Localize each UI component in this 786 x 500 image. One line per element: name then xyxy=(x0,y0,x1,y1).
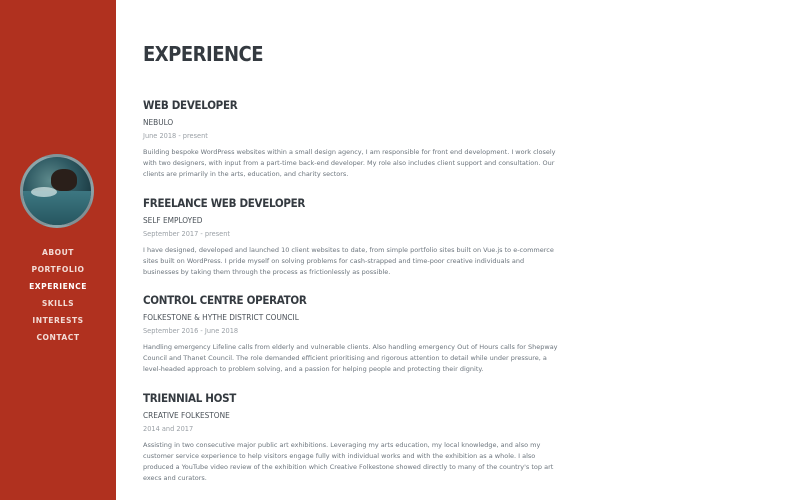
entry-dates: September 2016 - June 2018 xyxy=(143,327,239,335)
entry-description: I have designed, developed and launched … xyxy=(143,246,554,276)
avatar-splash xyxy=(31,187,57,197)
sidebar: ABOUT PORTFOLIO EXPERIENCE SKILLS INTERE… xyxy=(0,0,116,500)
entry-role: WEB DEVELOPER xyxy=(143,98,238,112)
entry-description: Building bespoke WordPress websites with… xyxy=(143,148,556,178)
nav-item-interests[interactable]: INTERESTS xyxy=(0,312,116,329)
entry-dates: June 2018 - present xyxy=(143,132,208,140)
avatar xyxy=(20,154,94,228)
nav-item-portfolio[interactable]: PORTFOLIO xyxy=(0,261,116,278)
entry-organization: SELF EMPLOYED xyxy=(143,215,203,225)
entry-dates: September 2017 - present xyxy=(143,230,230,238)
entry-role: FREELANCE WEB DEVELOPER xyxy=(143,196,306,210)
entry-role: TRIENNIAL HOST xyxy=(143,391,237,405)
entry-organization: CREATIVE FOLKESTONE xyxy=(143,410,230,420)
nav-item-skills[interactable]: SKILLS xyxy=(0,295,116,312)
avatar-water xyxy=(23,191,91,225)
entry-description: Handling emergency Lifeline calls from e… xyxy=(143,343,558,373)
entry-role: CONTROL CENTRE OPERATOR xyxy=(143,293,307,307)
nav-item-about[interactable]: ABOUT xyxy=(0,244,116,261)
entry-organization: FOLKESTONE & HYTHE DISTRICT COUNCIL xyxy=(143,312,299,322)
experience-entry: FREELANCE WEB DEVELOPER SELF EMPLOYED Se… xyxy=(143,196,558,278)
avatar-figure xyxy=(51,169,77,191)
experience-entry: TRIENNIAL HOST CREATIVE FOLKESTONE 2014 … xyxy=(143,391,558,484)
entry-organization: NEBULO xyxy=(143,117,174,127)
experience-entry: CONTROL CENTRE OPERATOR FOLKESTONE & HYT… xyxy=(143,293,558,375)
nav-item-contact[interactable]: CONTACT xyxy=(0,329,116,346)
experience-entry: WEB DEVELOPER NEBULO June 2018 - present… xyxy=(143,98,558,180)
entry-description: Assisting in two consecutive major publi… xyxy=(143,441,554,482)
page-title: EXPERIENCE xyxy=(143,42,264,66)
entry-dates: 2014 and 2017 xyxy=(143,425,194,433)
sidebar-nav: ABOUT PORTFOLIO EXPERIENCE SKILLS INTERE… xyxy=(0,244,116,346)
nav-item-experience[interactable]: EXPERIENCE xyxy=(0,278,116,295)
